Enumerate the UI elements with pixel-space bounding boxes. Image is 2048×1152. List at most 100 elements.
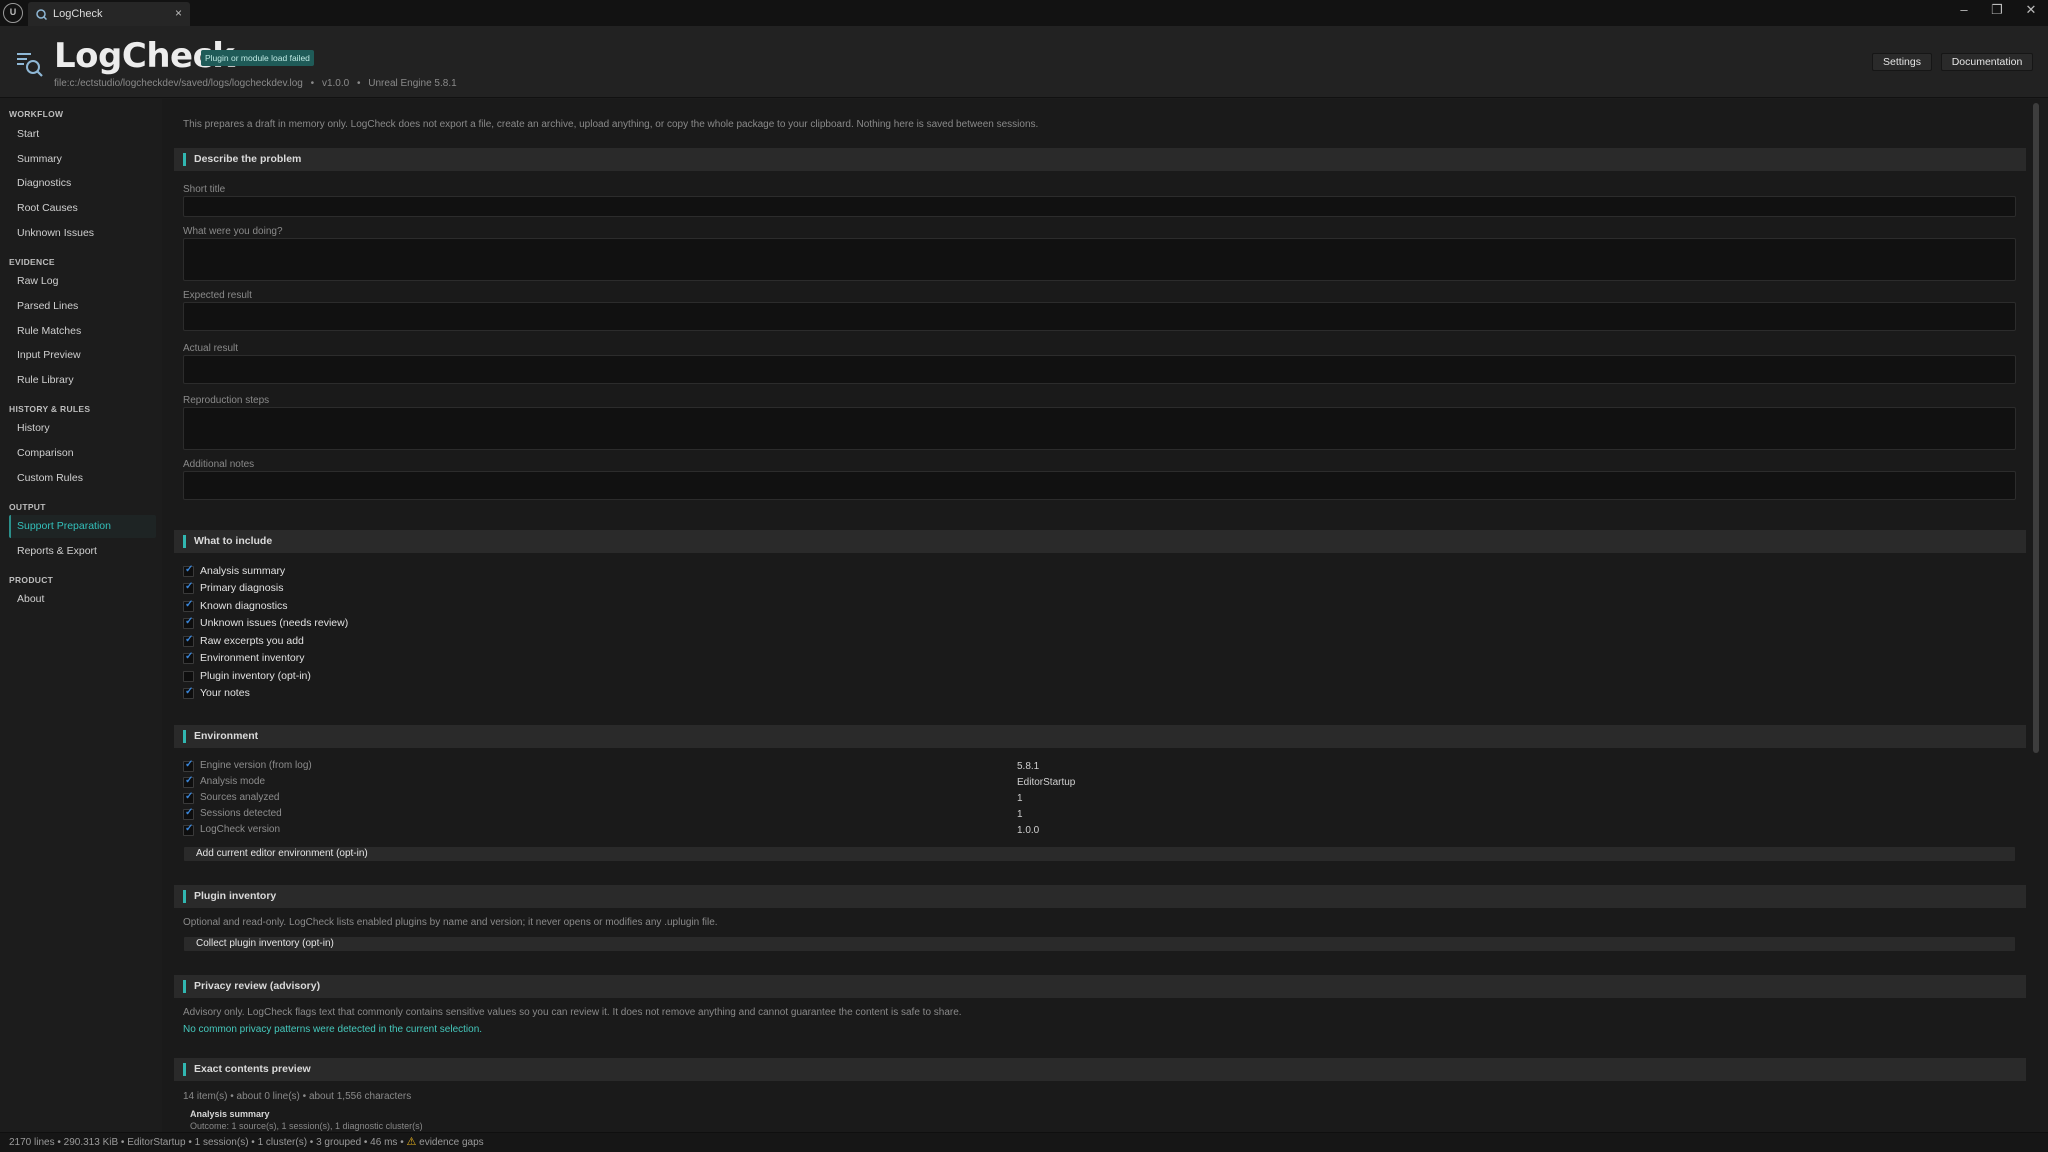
short-title-label: Short title — [183, 184, 226, 195]
sidebar-item-summary[interactable]: Summary — [9, 148, 156, 171]
checkbox-label: Analysis summary — [200, 565, 286, 577]
close-window-icon[interactable]: ✕ — [2021, 2, 2041, 18]
scrollbar-thumb[interactable] — [2033, 103, 2039, 753]
sidebar-nav: WORKFLOW Start Summary Diagnostics Root … — [0, 99, 160, 1132]
sidebar-item-start[interactable]: Start — [9, 123, 156, 146]
checkbox-label: Raw excerpts you add — [200, 635, 304, 647]
nav-group-history-rules: HISTORY & RULES — [9, 404, 91, 414]
section-title: Exact contents preview — [194, 1063, 311, 1075]
checkbox-checked[interactable]: ✓ — [183, 564, 194, 577]
actual-result-field[interactable] — [183, 355, 2016, 384]
tab-close-icon[interactable]: × — [175, 6, 182, 20]
short-title-field[interactable] — [183, 196, 2016, 217]
sidebar-item-parsed-lines[interactable]: Parsed Lines — [9, 295, 156, 318]
section-accent-bar — [183, 890, 186, 903]
expected-result-field[interactable] — [183, 302, 2016, 331]
check-icon: ✓ — [185, 634, 194, 645]
status-badge: Plugin or module load failed — [201, 50, 314, 66]
documentation-button[interactable]: Documentation — [1941, 53, 2033, 71]
settings-button[interactable]: Settings — [1872, 53, 1932, 71]
status-summary: 2170 lines • 290.313 KiB • EditorStartup… — [9, 1137, 404, 1148]
checkbox-checked[interactable]: ✓ — [183, 807, 194, 820]
section-title: Plugin inventory — [194, 890, 277, 902]
section-accent-bar — [183, 153, 186, 166]
sidebar-item-support-preparation[interactable]: Support Preparation — [9, 515, 156, 538]
nav-group-evidence: EVIDENCE — [9, 257, 55, 267]
preview-line: Outcome: 1 source(s), 1 session(s), 1 di… — [190, 1121, 423, 1131]
tab-title: LogCheck — [53, 8, 103, 20]
sidebar-item-unknown-issues[interactable]: Unknown Issues — [9, 222, 156, 245]
checkbox-checked[interactable]: ✓ — [183, 651, 194, 664]
section-plugin-inventory: Plugin inventory — [174, 885, 2026, 908]
check-icon: ✓ — [185, 807, 194, 818]
section-what-to-include: What to include — [174, 530, 2026, 553]
status-bar: 2170 lines • 290.313 KiB • EditorStartup… — [0, 1132, 2048, 1152]
minimize-icon[interactable]: – — [1954, 2, 1974, 17]
reproduction-steps-field[interactable] — [183, 407, 2016, 450]
file-meta: file:c:/ectstudio/logcheckdev/saved/logs… — [54, 78, 457, 89]
section-accent-bar — [183, 980, 186, 993]
nav-group-output: OUTPUT — [9, 502, 46, 512]
logcheck-app-icon — [17, 53, 43, 77]
checkbox-checked[interactable]: ✓ — [183, 634, 194, 647]
check-icon: ✓ — [185, 581, 194, 592]
sidebar-item-rule-library[interactable]: Rule Library — [9, 369, 156, 392]
additional-notes-field[interactable] — [183, 471, 2016, 500]
sidebar-item-history[interactable]: History — [9, 417, 156, 440]
section-environment: Environment — [174, 725, 2026, 748]
env-row-label: Sources analyzed — [200, 792, 280, 803]
what-doing-field[interactable] — [183, 238, 2016, 281]
section-title: Privacy review (advisory) — [194, 980, 321, 992]
env-engine-version-value: 5.8.1 — [1017, 761, 1040, 772]
env-analysis-mode-value: EditorStartup — [1017, 777, 1076, 788]
checkbox-checked[interactable]: ✓ — [183, 599, 194, 612]
sidebar-item-rule-matches[interactable]: Rule Matches — [9, 320, 156, 343]
privacy-review-description: Advisory only. LogCheck flags text that … — [183, 1007, 962, 1018]
app-header: LogCheck Plugin or module load failed fi… — [0, 26, 2048, 98]
add-editor-environment-button[interactable]: Add current editor environment (opt-in) — [183, 846, 2016, 862]
env-row-label: Analysis mode — [200, 776, 266, 787]
tab-logcheck[interactable]: LogCheck × — [28, 2, 190, 26]
warning-icon: ⚠ — [406, 1136, 417, 1148]
collect-plugin-inventory-button[interactable]: Collect plugin inventory (opt-in) — [183, 936, 2016, 952]
nav-group-product: PRODUCT — [9, 575, 54, 585]
additional-notes-label: Additional notes — [183, 459, 255, 470]
section-title: Describe the problem — [194, 153, 302, 165]
file-path: file:c:/ectstudio/logcheckdev/saved/logs… — [54, 78, 303, 89]
sidebar-item-about[interactable]: About — [9, 588, 156, 611]
sidebar-item-diagnostics[interactable]: Diagnostics — [9, 172, 156, 195]
checkbox-unchecked[interactable] — [183, 671, 194, 682]
check-icon: ✓ — [185, 823, 194, 834]
env-sessions-detected-value: 1 — [1017, 809, 1023, 820]
check-icon: ✓ — [185, 775, 194, 786]
main-content[interactable]: This prepares a draft in memory only. Lo… — [162, 99, 2040, 1132]
checkbox-checked[interactable]: ✓ — [183, 791, 194, 804]
scrollbar[interactable] — [2032, 99, 2040, 1132]
what-doing-label: What were you doing? — [183, 226, 283, 237]
section-title: Environment — [194, 730, 259, 742]
sidebar-item-root-causes[interactable]: Root Causes — [9, 197, 156, 220]
sidebar-item-reports-export[interactable]: Reports & Export — [9, 540, 156, 563]
actual-result-label: Actual result — [183, 343, 239, 354]
check-icon: ✓ — [185, 686, 194, 697]
env-row-label: Engine version (from log) — [200, 760, 312, 771]
checkbox-checked[interactable]: ✓ — [183, 775, 194, 788]
checkbox-checked[interactable]: ✓ — [183, 581, 194, 594]
checkbox-label: Environment inventory — [200, 652, 305, 664]
checkbox-label: Primary diagnosis — [200, 582, 284, 594]
section-describe-problem: Describe the problem — [174, 148, 2026, 171]
checkbox-checked[interactable]: ✓ — [183, 686, 194, 699]
env-logcheck-version-value: 1.0.0 — [1017, 825, 1040, 836]
checkbox-checked[interactable]: ✓ — [183, 823, 194, 836]
checkbox-checked[interactable]: ✓ — [183, 616, 194, 629]
check-icon: ✓ — [185, 616, 194, 627]
check-icon: ✓ — [185, 564, 194, 575]
restore-icon[interactable]: ❐ — [1987, 2, 2007, 18]
section-privacy-review: Privacy review (advisory) — [174, 975, 2026, 998]
logcheck-tab-icon — [36, 9, 47, 20]
sidebar-item-input-preview[interactable]: Input Preview — [9, 344, 156, 367]
sidebar-item-custom-rules[interactable]: Custom Rules — [9, 467, 156, 490]
sidebar-item-comparison[interactable]: Comparison — [9, 442, 156, 465]
checkbox-checked[interactable]: ✓ — [183, 759, 194, 772]
sidebar-item-raw-log[interactable]: Raw Log — [9, 270, 156, 293]
